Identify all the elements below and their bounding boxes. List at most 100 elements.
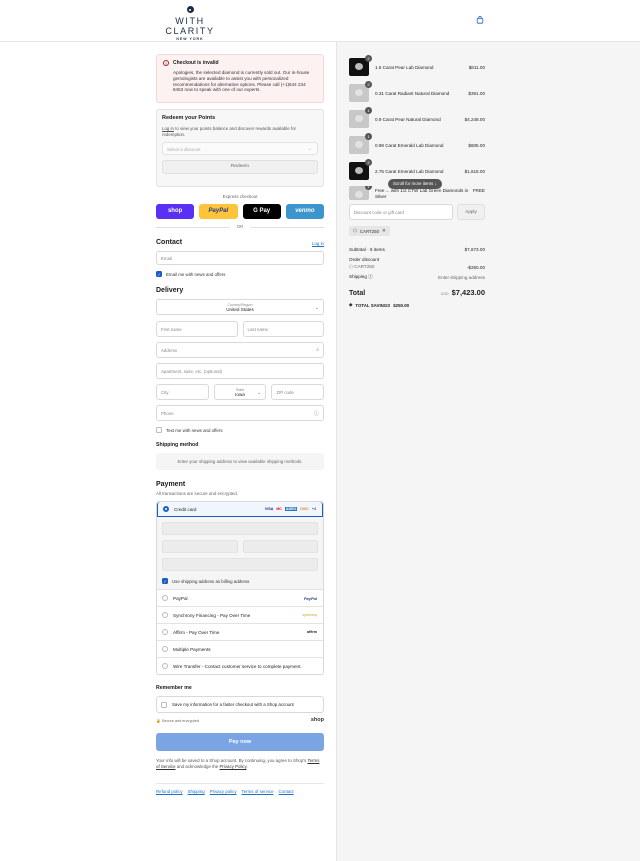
state-select[interactable]: State Iowa ⌄ <box>213 384 267 400</box>
email-news-checkbox[interactable]: ✓ <box>156 271 162 277</box>
payment-options: Credit card VISA MC AMEX DISC +4 ✓ Use s… <box>156 501 324 675</box>
discount-select[interactable]: Select a discount ⌄ <box>162 142 318 156</box>
item-price: $4,248.00 <box>464 116 485 122</box>
country-value: United States <box>226 306 254 312</box>
footer-terms-of-service[interactable]: Terms of service <box>242 789 274 794</box>
google-pay-button[interactable]: G Pay <box>242 204 281 219</box>
cart-item: 1 0.9 Carat Pear Natural Diamond $4,248.… <box>349 107 485 130</box>
payment-option-wire-transfer[interactable]: Wire Transfer - Contact customer service… <box>157 657 323 674</box>
wire-transfer-radio[interactable] <box>162 663 168 669</box>
synchrony-label: Synchrony Financing - Pay Over Time <box>173 612 251 618</box>
paypal-radio[interactable] <box>162 595 168 601</box>
affirm-logo-icon: affirm <box>307 630 317 634</box>
discount-code-placeholder: Discount code or gift card <box>354 209 404 215</box>
billing-address-label: Use shipping address as billing address <box>172 578 250 584</box>
affirm-radio[interactable] <box>162 629 168 635</box>
shipping-row: Shipping ⓘ Enter shipping address <box>349 272 485 282</box>
checkout-form: ! Checkout is invalid Apologies, the sel… <box>156 54 325 794</box>
discount-code-input[interactable]: Discount code or gift card <box>349 204 453 220</box>
save-info-checkbox[interactable] <box>161 701 167 708</box>
phone-field[interactable]: Phone ⓘ <box>156 405 324 421</box>
savings-tag-icon: ◈ <box>349 302 353 307</box>
redeem-button[interactable]: Redeem <box>162 160 318 175</box>
alert-text: Apologies, the selected diamond is curre… <box>173 70 310 93</box>
item-name: 0.9 Carat Pear Natural Diamond <box>375 116 441 122</box>
item-name: 0.98 Carat Emerald Lab Diamond <box>375 142 444 148</box>
pay-now-button[interactable]: Pay now <box>156 733 324 751</box>
express-checkout-label: Express checkout <box>222 194 258 199</box>
card-name-field[interactable] <box>162 558 318 571</box>
zip-placeholder: ZIP code <box>276 389 294 395</box>
city-field[interactable]: City <box>156 384 209 400</box>
paypal-logo-icon: PayPal <box>303 595 317 601</box>
paypal-button[interactable]: PayPal <box>199 204 238 219</box>
phone-placeholder: Phone <box>161 410 174 416</box>
privacy-link[interactable]: Privacy Policy <box>219 764 246 769</box>
card-number-field[interactable] <box>162 522 318 535</box>
footer-contact[interactable]: Contact <box>279 789 294 794</box>
footer-shipping[interactable]: Shipping <box>188 789 205 794</box>
credit-card-radio[interactable] <box>163 506 169 512</box>
footer: Refund policy Shipping Privacy policy Te… <box>156 783 324 794</box>
synchrony-radio[interactable] <box>162 612 168 618</box>
multiple-payments-radio[interactable] <box>162 646 168 652</box>
email-field[interactable]: Email <box>156 251 324 265</box>
item-quantity-badge: 1 <box>365 133 372 140</box>
email-news-option[interactable]: ✓ Email me with news and offers <box>156 271 324 277</box>
discount-select-placeholder: Select a discount <box>167 147 201 153</box>
delivery-heading: Delivery <box>156 287 184 294</box>
brand-name: WITH CLARITY <box>165 16 215 36</box>
help-icon[interactable]: ⓘ <box>314 410 319 417</box>
synchrony-logo-icon: synchrony <box>302 613 317 617</box>
footer-privacy-policy[interactable]: Privacy policy <box>210 789 237 794</box>
footer-refund-policy[interactable]: Refund policy <box>156 789 183 794</box>
shopping-bag-icon[interactable] <box>476 16 484 24</box>
address-field[interactable]: Address ⌕ <box>156 342 324 358</box>
text-news-checkbox[interactable] <box>156 427 162 433</box>
payment-option-credit-card[interactable]: Credit card VISA MC AMEX DISC +4 <box>157 502 323 517</box>
card-logos: VISA MC AMEX DISC +4 <box>265 507 316 511</box>
express-buttons: shop PayPal G Pay venmo <box>156 204 324 219</box>
save-info-option[interactable]: Save my information for a faster checkou… <box>156 696 324 713</box>
brand-logo[interactable]: WITH CLARITY NEW YORK <box>156 6 224 41</box>
discount-tag-code: CART250 <box>359 228 380 234</box>
secure-text: Secure and encrypted <box>161 718 199 723</box>
arrow-down-icon: ↓ <box>434 181 437 186</box>
discount-row: Discount code or gift card Apply <box>349 204 485 220</box>
shop-pay-button[interactable]: shop <box>156 204 195 219</box>
help-icon[interactable]: ⓘ <box>368 274 373 279</box>
alert-icon: ! <box>163 60 169 66</box>
contact-login-link[interactable]: Log in <box>312 241 324 246</box>
shipping-label: Shipping ⓘ <box>349 274 373 280</box>
remove-discount-icon[interactable]: ✕ <box>382 228 386 234</box>
text-news-option[interactable]: Text me with news and offers <box>156 427 324 433</box>
savings-value: $250.00 <box>393 302 410 308</box>
payment-option-synchrony[interactable]: Synchrony Financing - Pay Over Time sync… <box>157 606 323 623</box>
payment-option-multiple[interactable]: Multiple Payments <box>157 640 323 657</box>
zip-field[interactable]: ZIP code <box>271 384 325 400</box>
item-name: 1.5 Carat Pear Lab Diamond <box>375 64 434 70</box>
amex-icon: AMEX <box>284 507 298 511</box>
scroll-more-tooltip[interactable]: Scroll for more items ↓ <box>388 179 442 189</box>
first-name-field[interactable]: First name <box>156 321 238 337</box>
apartment-field[interactable]: Apartment, suite, etc. (optional) <box>156 363 324 379</box>
payment-option-paypal[interactable]: PayPal PayPal <box>157 589 323 606</box>
country-select[interactable]: Country/Region United States ⌄ <box>156 299 324 315</box>
brand-sub: NEW YORK <box>176 37 204 41</box>
text-news-label: Text me with news and offers <box>166 427 223 433</box>
mastercard-icon: MC <box>276 507 282 511</box>
billing-address-checkbox[interactable]: ✓ <box>162 578 168 584</box>
venmo-button[interactable]: venmo <box>285 204 324 219</box>
billing-address-option[interactable]: ✓ Use shipping address as billing addres… <box>162 578 318 584</box>
item-thumbnail: 2 <box>349 81 372 102</box>
email-placeholder: Email <box>161 255 172 261</box>
card-cvv-field[interactable] <box>242 540 318 553</box>
redeem-login-link[interactable]: Log in <box>162 126 174 131</box>
redeem-text-body: to view your points balance and discover… <box>162 126 296 137</box>
last-name-field[interactable]: Last name <box>242 321 324 337</box>
card-expiry-field[interactable] <box>162 540 238 553</box>
apply-button[interactable]: Apply <box>457 204 485 220</box>
subtotal-label: Subtotal · 6 items <box>349 246 385 252</box>
currency-code: USD <box>440 292 449 296</box>
payment-option-affirm[interactable]: Affirm - Pay Over Time affirm <box>157 623 323 640</box>
